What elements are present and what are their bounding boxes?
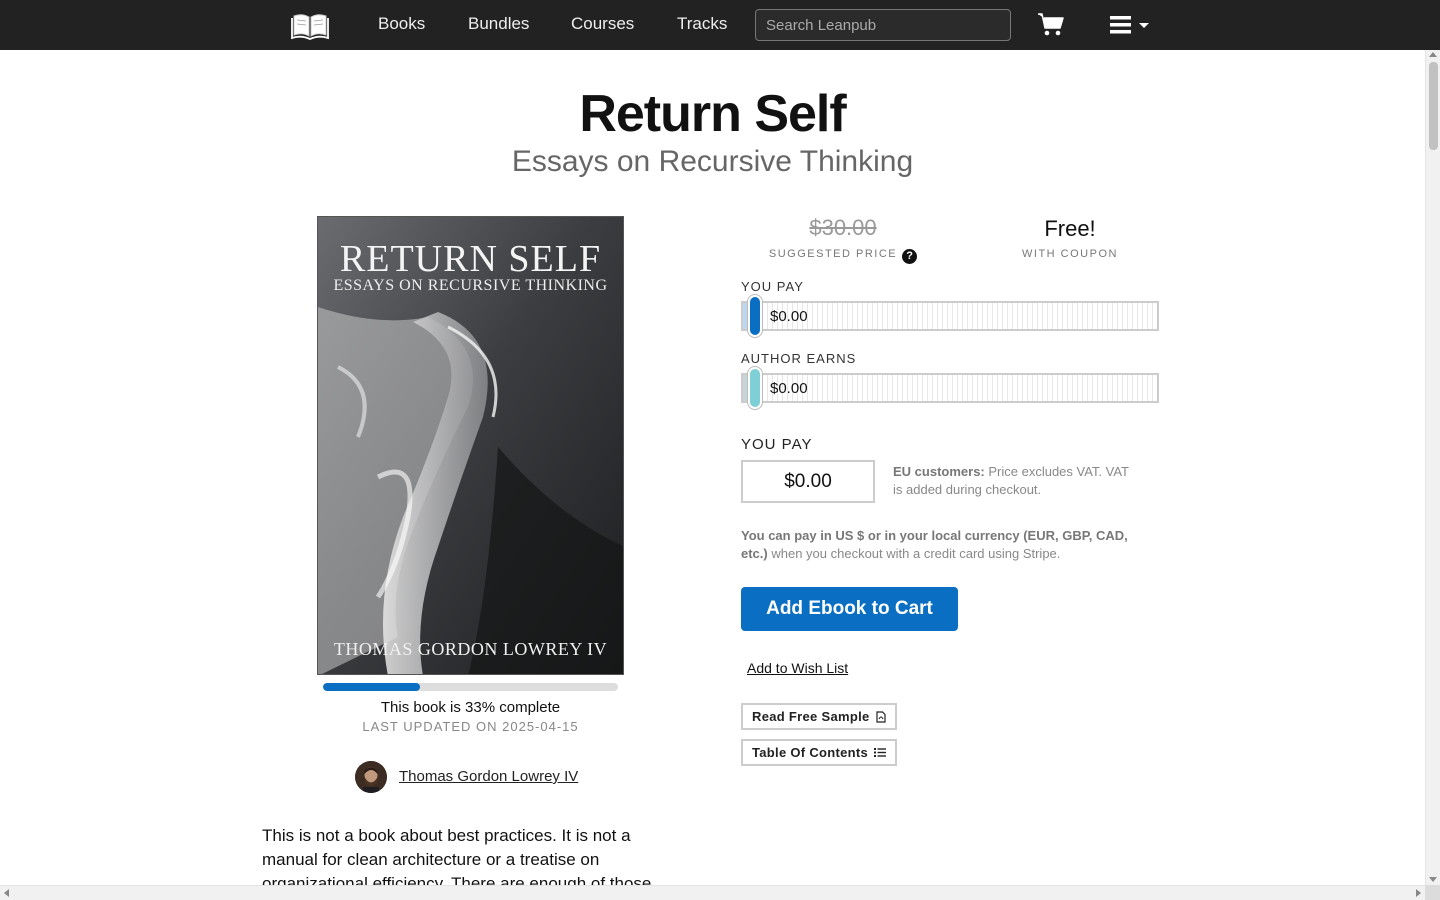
author-link[interactable]: Thomas Gordon Lowrey IV bbox=[399, 768, 578, 785]
top-nav: Books Bundles Courses Tracks bbox=[0, 0, 1440, 50]
suggested-price: $30.00 bbox=[809, 215, 877, 240]
cover-title: RETURN SELF bbox=[339, 238, 602, 280]
last-updated: LAST UPDATED ON 2025-04-15 bbox=[362, 719, 579, 734]
you-pay-slider-value: $0.00 bbox=[770, 308, 808, 325]
list-icon bbox=[874, 748, 887, 757]
coupon-price: Free! bbox=[1044, 216, 1096, 241]
avatar-face-icon bbox=[355, 761, 387, 793]
table-of-contents-label: Table Of Contents bbox=[752, 745, 869, 760]
add-to-cart-button[interactable]: Add Ebook to Cart bbox=[741, 587, 958, 631]
scroll-left-arrow-icon[interactable] bbox=[4, 889, 9, 897]
nav-link-courses[interactable]: Courses bbox=[571, 14, 634, 34]
price-input[interactable] bbox=[741, 460, 875, 503]
scrollbar-corner bbox=[1425, 885, 1440, 900]
eu-vat-note-bold: EU customers: bbox=[893, 464, 985, 479]
cover-author: THOMAS GORDON LOWREY IV bbox=[333, 639, 608, 659]
page-title: Return Self bbox=[579, 85, 846, 143]
help-icon[interactable]: ? bbox=[902, 249, 918, 264]
table-of-contents-button[interactable]: Table Of Contents bbox=[741, 739, 898, 766]
you-pay-slider[interactable]: $0.00 bbox=[741, 295, 1159, 337]
author-earns-slider-value: $0.00 bbox=[770, 380, 808, 397]
scroll-down-arrow-icon[interactable] bbox=[1429, 877, 1437, 882]
add-to-wish-list-link[interactable]: Add to Wish List bbox=[747, 660, 848, 676]
read-free-sample-label: Read Free Sample bbox=[752, 709, 870, 724]
vertical-scroll-thumb[interactable] bbox=[1429, 62, 1438, 150]
author-earns-slider[interactable]: $0.00 bbox=[741, 367, 1159, 409]
cart-icon[interactable] bbox=[1037, 12, 1065, 36]
scroll-right-arrow-icon[interactable] bbox=[1416, 889, 1421, 897]
completion-progress-bar bbox=[323, 683, 618, 691]
nav-link-bundles[interactable]: Bundles bbox=[468, 14, 529, 34]
scroll-up-arrow-icon[interactable] bbox=[1429, 52, 1437, 57]
you-pay-label: YOU PAY bbox=[741, 436, 813, 453]
read-free-sample-button[interactable]: Read Free Sample bbox=[741, 703, 897, 730]
suggested-price-label: SUGGESTED PRICE? bbox=[743, 248, 943, 264]
author-avatar[interactable] bbox=[355, 761, 387, 793]
currency-note: You can pay in US $ or in your local cur… bbox=[741, 527, 1141, 563]
pdf-file-icon bbox=[875, 710, 886, 723]
coupon-price-label: WITH COUPON bbox=[1022, 248, 1118, 260]
nav-link-tracks[interactable]: Tracks bbox=[677, 14, 727, 34]
suggested-price-label-text: SUGGESTED PRICE bbox=[768, 248, 898, 260]
author-earns-slider-label: AUTHOR EARNS bbox=[741, 351, 857, 366]
currency-note-text: when you checkout with a credit card usi… bbox=[767, 546, 1061, 561]
eu-vat-note: EU customers: Price excludes VAT. VAT is… bbox=[893, 463, 1133, 499]
you-pay-slider-label: YOU PAY bbox=[741, 279, 804, 294]
horizontal-scrollbar[interactable] bbox=[0, 885, 1425, 900]
leanpub-logo-icon[interactable] bbox=[291, 10, 329, 40]
vertical-scrollbar[interactable] bbox=[1425, 50, 1440, 885]
author-earns-slider-handle[interactable] bbox=[748, 367, 762, 409]
nav-link-books[interactable]: Books bbox=[378, 14, 425, 34]
search-input[interactable] bbox=[755, 9, 1011, 41]
cover-subtitle: ESSAYS ON RECURSIVE THINKING bbox=[333, 277, 608, 294]
progress-fill bbox=[323, 683, 421, 691]
progress-text: This book is 33% complete bbox=[380, 699, 561, 716]
page-subtitle: Essays on Recursive Thinking bbox=[511, 145, 914, 178]
you-pay-slider-handle[interactable] bbox=[748, 295, 762, 337]
book-cover[interactable]: RETURN SELF ESSAYS ON RECURSIVE THINKING… bbox=[317, 216, 624, 675]
hamburger-menu-icon[interactable] bbox=[1110, 15, 1152, 35]
